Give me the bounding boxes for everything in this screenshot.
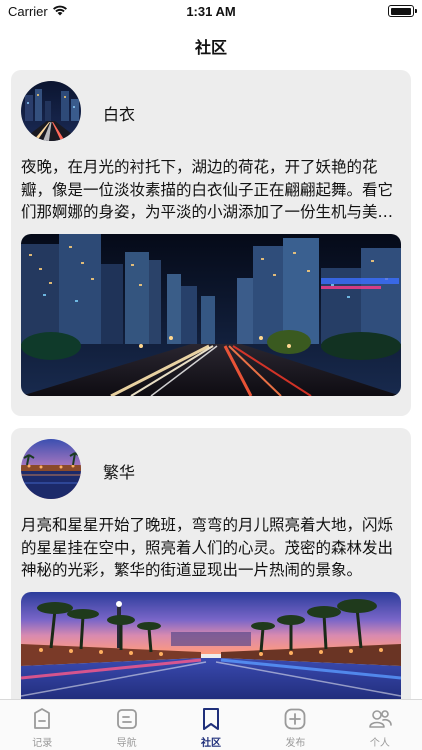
tab-bar: 记录 导航 社区 发布 个人: [0, 699, 422, 750]
post-card[interactable]: 白衣 夜晚，在月光的衬托下，湖边的荷花，开了妖艳的花瓣，像是一位淡妆素描的白衣仙…: [11, 70, 411, 416]
post-card[interactable]: 繁华 月亮和星星开始了晚班，弯弯的月儿照亮着大地，闪烁的星星挂在空中，照亮着人们…: [11, 428, 411, 718]
tab-record[interactable]: 记录: [0, 700, 84, 750]
tab-profile[interactable]: 个人: [338, 700, 422, 750]
battery-icon: [388, 5, 417, 17]
clock: 1:31 AM: [186, 4, 236, 19]
tab-label: 记录: [32, 738, 53, 749]
post-feed[interactable]: 白衣 夜晚，在月光的衬托下，湖边的荷花，开了妖艳的花瓣，像是一位淡妆素描的白衣仙…: [11, 70, 411, 730]
navigation-icon: [116, 709, 137, 729]
tab-label: 发布: [285, 738, 306, 749]
post-content[interactable]: 月亮和星星开始了晚班，弯弯的月儿照亮着大地，闪烁的星星挂在空中，照亮着人们的心灵…: [21, 514, 401, 582]
tab-label: 个人: [369, 738, 390, 749]
plus-icon: [285, 708, 306, 730]
page-title: 社区: [194, 38, 227, 57]
record-icon: [34, 708, 51, 729]
tab-navigation[interactable]: 导航: [84, 700, 168, 750]
bookmark-icon: [203, 708, 220, 730]
post-author[interactable]: 繁华: [103, 459, 135, 483]
post-content[interactable]: 夜晚，在月光的衬托下，湖边的荷花，开了妖艳的花瓣，像是一位淡妆素描的白衣仙子正在…: [21, 156, 401, 224]
tab-community[interactable]: 社区: [169, 700, 253, 750]
people-icon: [369, 710, 392, 728]
avatar[interactable]: [21, 439, 81, 499]
tab-publish[interactable]: 发布: [253, 700, 337, 750]
tab-label: 导航: [116, 738, 137, 749]
status-bar: Carrier 1:31 AM: [0, 0, 422, 24]
tab-label: 社区: [201, 738, 222, 749]
post-author[interactable]: 白衣: [103, 101, 135, 125]
post-image[interactable]: [21, 234, 401, 396]
avatar[interactable]: [21, 81, 81, 141]
